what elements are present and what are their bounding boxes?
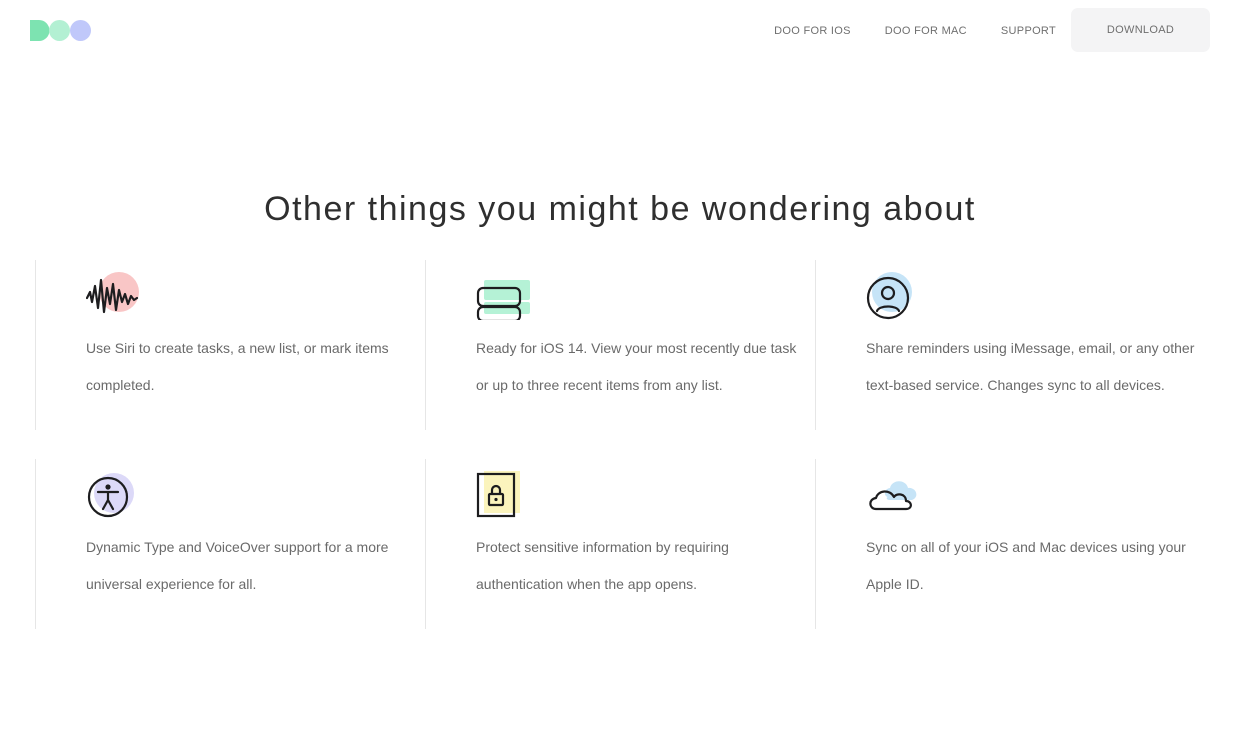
siri-waveform-icon bbox=[86, 272, 139, 314]
lock-icon bbox=[476, 471, 520, 518]
main-nav: DOO FOR IOS DOO FOR MAC SUPPORT DOWNLOAD bbox=[774, 8, 1210, 52]
feature-share: Share reminders using iMessage, email, o… bbox=[815, 260, 1194, 430]
accessibility-icon bbox=[87, 473, 134, 518]
feature-text: Dynamic Type and VoiceOver support for a… bbox=[86, 539, 389, 592]
feature-widgets: Ready for iOS 14. View your most recentl… bbox=[425, 260, 796, 430]
feature-text: Protect sensitive information by requiri… bbox=[476, 539, 729, 592]
doo-logo[interactable] bbox=[30, 20, 92, 41]
section-title: Other things you might be wondering abou… bbox=[264, 190, 976, 228]
widgets-icon bbox=[476, 280, 530, 320]
feature-text: Use Siri to create tasks, a new list, or… bbox=[86, 340, 389, 393]
feature-text: Sync on all of your iOS and Mac devices … bbox=[866, 539, 1186, 592]
feature-siri: Use Siri to create tasks, a new list, or… bbox=[35, 260, 389, 430]
download-button[interactable]: DOWNLOAD bbox=[1071, 8, 1210, 52]
cloud-icon bbox=[869, 481, 917, 511]
nav-link-support[interactable]: SUPPORT bbox=[1001, 7, 1056, 53]
feature-text: Ready for iOS 14. View your most recentl… bbox=[476, 340, 797, 393]
feature-lock: Protect sensitive information by requiri… bbox=[425, 459, 766, 629]
user-profile-icon bbox=[866, 272, 912, 320]
nav-link-doo-for-mac[interactable]: DOO FOR MAC bbox=[885, 7, 967, 53]
feature-accessibility: Dynamic Type and VoiceOver support for a… bbox=[35, 459, 388, 629]
feature-icloud: Sync on all of your iOS and Mac devices … bbox=[815, 459, 1186, 629]
feature-text: Share reminders using iMessage, email, o… bbox=[866, 340, 1195, 393]
site-header: DOO FOR IOS DOO FOR MAC SUPPORT DOWNLOAD bbox=[0, 0, 1240, 60]
nav-link-doo-for-ios[interactable]: DOO FOR IOS bbox=[774, 7, 851, 53]
